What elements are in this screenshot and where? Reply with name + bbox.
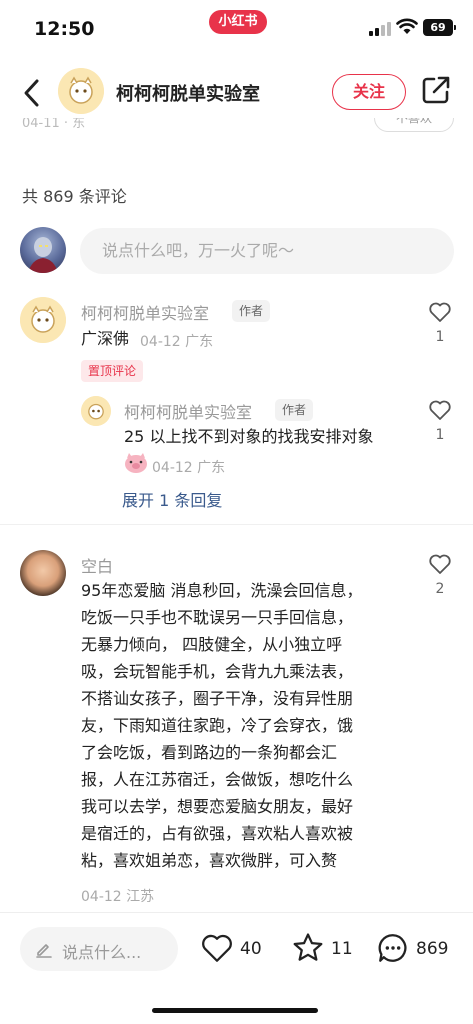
follow-button[interactable]: 关注 (332, 74, 406, 110)
share-icon[interactable] (421, 75, 451, 105)
comment-input[interactable]: 说点什么吧，万一火了呢～ (80, 228, 454, 274)
back-icon[interactable] (18, 76, 48, 110)
heart-icon[interactable] (428, 553, 452, 575)
heart-icon[interactable] (428, 301, 452, 323)
dislike-chip[interactable]: 不喜欢 (374, 118, 454, 132)
app-badge: 小红书 (209, 10, 267, 34)
reply-name[interactable]: 柯柯柯脱单实验室 (124, 399, 252, 423)
comment-location: 广东 (185, 334, 214, 350)
reply-meta: 04-12 广东 (152, 457, 225, 477)
comment-location: 江苏 (126, 889, 155, 905)
status-bar: 12:50 小红书 69 (0, 0, 473, 56)
favorite-total: 11 (331, 939, 353, 959)
heart-icon (202, 934, 232, 962)
home-indicator (152, 1008, 318, 1013)
reply-avatar[interactable] (81, 396, 111, 426)
heart-icon[interactable] (428, 399, 452, 421)
author-avatar[interactable] (58, 68, 104, 114)
reply-location: 广东 (197, 460, 226, 476)
pencil-icon (36, 944, 52, 958)
commenter-avatar[interactable] (20, 550, 66, 596)
commenter-name[interactable]: 空白 (81, 553, 113, 577)
my-avatar (20, 227, 66, 273)
like-button[interactable]: 40 (200, 929, 264, 969)
like-count: 2 (435, 581, 445, 597)
reply-author-tag: 作者 (275, 399, 314, 421)
favorite-button[interactable]: 11 (291, 929, 353, 969)
comment-button[interactable]: 869 (376, 929, 456, 969)
commenter-avatar[interactable] (20, 297, 66, 343)
comment-date: 04-12 (140, 334, 181, 350)
like-total: 40 (240, 939, 262, 959)
like-count: 1 (435, 329, 445, 345)
commenter-name[interactable]: 柯柯柯脱单实验室 (81, 300, 209, 324)
header: 柯柯柯脱单实验室 关注 (0, 60, 473, 124)
comment-count: 共 869 条评论 (22, 187, 127, 206)
comment-date: 04-12 (81, 889, 122, 905)
page-title: 柯柯柯脱单实验室 (116, 84, 260, 105)
previous-content-strip: 04-11 · 东 不喜欢 (0, 118, 473, 140)
post-date: 04-11 · 东 (22, 118, 86, 131)
pinned-badge: 置顶评论 (81, 360, 144, 382)
expand-replies-link[interactable]: 展开 1 条回复 (122, 487, 222, 511)
reply-date: 04-12 (152, 460, 193, 476)
comment-meta: 04-12 广东 (140, 331, 213, 351)
reply-like-count: 1 (435, 427, 445, 443)
author-tag: 作者 (232, 300, 271, 322)
comment-text[interactable]: 95年恋爱脑 消息秒回，洗澡会回信息， 吃饭一只手也不耽误另一只手回信息， 无暴… (81, 577, 411, 874)
reply-text[interactable]: 25 以上找不到对象的找我安排对象 (124, 423, 373, 450)
wifi-icon (396, 18, 418, 34)
comment-icon (378, 934, 407, 962)
comment-text[interactable]: 广深佛 (81, 325, 129, 352)
bottom-input-placeholder: 说点什么... (62, 943, 142, 962)
status-time: 12:50 (34, 18, 95, 40)
comment-total: 869 (416, 939, 449, 959)
divider (0, 524, 473, 525)
bottom-comment-input[interactable]: 说点什么... (20, 927, 178, 971)
comment-meta: 04-12 江苏 (81, 886, 154, 906)
battery-indicator: 69 (423, 19, 456, 36)
star-icon (293, 933, 323, 961)
pig-emoji-icon (125, 453, 147, 473)
signal-icon (369, 22, 391, 36)
